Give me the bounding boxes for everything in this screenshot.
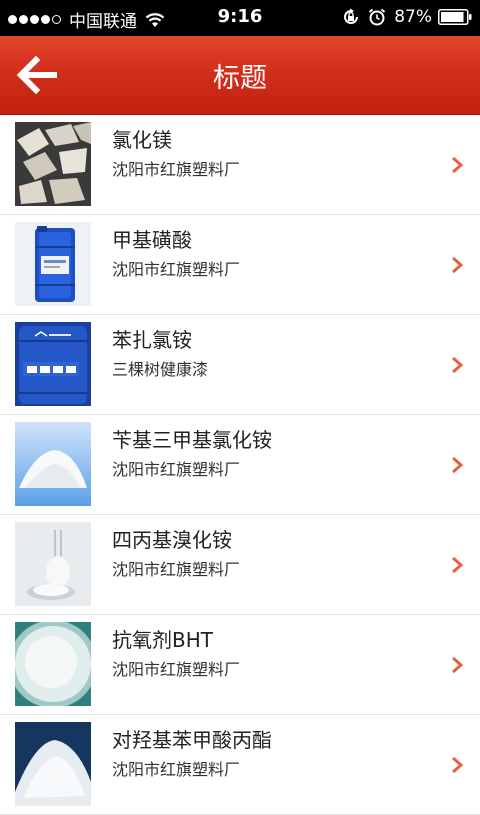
list-item[interactable]: 甲基磺酸 沈阳市红旗塑料厂 [0,215,480,315]
list-item[interactable]: 苯扎氯铵 三棵树健康漆 [0,315,480,415]
product-thumbnail [15,522,91,606]
list-item[interactable]: 氯化镁 沈阳市红旗塑料厂 [0,115,480,215]
status-bar: 中国联通 9:16 87% [0,0,480,36]
item-title: 苯扎氯铵 [112,328,192,352]
item-title: 苄基三甲基氯化铵 [112,428,272,452]
product-thumbnail [15,622,91,706]
alarm-icon [369,8,386,26]
chevron-right-icon [452,756,464,774]
product-list: 氯化镁 沈阳市红旗塑料厂 甲基磺酸 沈阳市红旗塑料厂 苯扎氯铵 三棵树健康漆 苄… [0,115,480,815]
product-thumbnail [15,722,91,806]
item-title: 对羟基苯甲酸丙酯 [112,728,272,752]
item-subtitle: 沈阳市红旗塑料厂 [112,160,241,179]
chevron-right-icon [452,356,464,374]
page-title: 标题 [213,63,267,94]
list-item[interactable]: 抗氧剂BHT 沈阳市红旗塑料厂 [0,615,480,715]
item-subtitle: 三棵树健康漆 [112,360,209,379]
item-subtitle: 沈阳市红旗塑料厂 [112,560,241,579]
list-item[interactable]: 四丙基溴化铵 沈阳市红旗塑料厂 [0,515,480,615]
chevron-right-icon [452,456,464,474]
list-item[interactable]: 对羟基苯甲酸丙酯 沈阳市红旗塑料厂 [0,715,480,815]
battery-percent: 87% [394,7,432,27]
item-subtitle: 沈阳市红旗塑料厂 [112,460,241,479]
battery-icon [438,9,472,25]
item-subtitle: 沈阳市红旗塑料厂 [112,760,241,779]
item-title: 氯化镁 [112,128,172,152]
chevron-right-icon [452,156,464,174]
chevron-right-icon [452,656,464,674]
rotation-lock-icon [344,8,359,24]
item-title: 抗氧剂BHT [112,628,213,652]
product-thumbnail [15,322,91,406]
item-title: 四丙基溴化铵 [112,528,232,552]
chevron-right-icon [452,256,464,274]
chevron-right-icon [452,556,464,574]
item-subtitle: 沈阳市红旗塑料厂 [112,260,241,279]
product-thumbnail [15,222,91,306]
list-item[interactable]: 苄基三甲基氯化铵 沈阳市红旗塑料厂 [0,415,480,515]
nav-bar: 标题 [0,36,480,115]
product-thumbnail [15,422,91,506]
product-thumbnail [15,122,91,206]
item-title: 甲基磺酸 [112,228,192,252]
status-right: 87% [342,7,472,27]
item-subtitle: 沈阳市红旗塑料厂 [112,660,241,679]
